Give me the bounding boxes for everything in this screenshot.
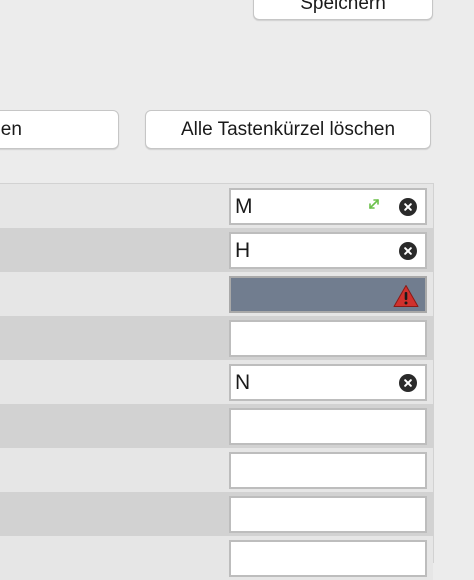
shortcut-row: H (0, 228, 433, 272)
clear-all-shortcuts-button-label: Alle Tastenkürzel löschen (180, 119, 396, 140)
clear-all-shortcuts-button[interactable]: Alle Tastenkürzel löschen (145, 110, 431, 149)
clear-shortcut-icon[interactable] (399, 242, 417, 260)
shortcut-field[interactable]: N (229, 364, 427, 401)
shortcut-field[interactable] (229, 452, 427, 489)
shortcut-value: N (235, 371, 251, 394)
save-button[interactable]: Speichern (253, 0, 433, 20)
shortcut-field[interactable]: M (229, 188, 427, 225)
resize-arrow-icon (369, 199, 379, 209)
reset-shortcuts-button-label: tzen (0, 119, 22, 140)
shortcut-row (0, 448, 433, 492)
shortcut-field[interactable] (229, 276, 427, 313)
clear-shortcut-icon[interactable] (399, 198, 417, 216)
clear-shortcut-icon[interactable] (399, 374, 417, 392)
shortcut-field[interactable] (229, 320, 427, 357)
shortcut-row (0, 272, 433, 316)
shortcut-row: N (0, 360, 433, 404)
shortcut-row (0, 536, 433, 580)
shortcut-row (0, 492, 433, 536)
shortcut-value: M (235, 195, 253, 218)
shortcut-field[interactable] (229, 540, 427, 577)
shortcut-row (0, 316, 433, 360)
warning-icon (393, 285, 419, 307)
save-button-label: Speichern (300, 0, 386, 14)
shortcut-row: M (0, 184, 433, 228)
reset-shortcuts-button[interactable]: tzen (0, 110, 119, 149)
shortcut-row (0, 404, 433, 448)
shortcuts-table: MH N (0, 183, 434, 580)
shortcut-field[interactable] (229, 496, 427, 533)
shortcut-value: H (235, 239, 251, 262)
shortcut-field[interactable] (229, 408, 427, 445)
shortcut-field[interactable]: H (229, 232, 427, 269)
